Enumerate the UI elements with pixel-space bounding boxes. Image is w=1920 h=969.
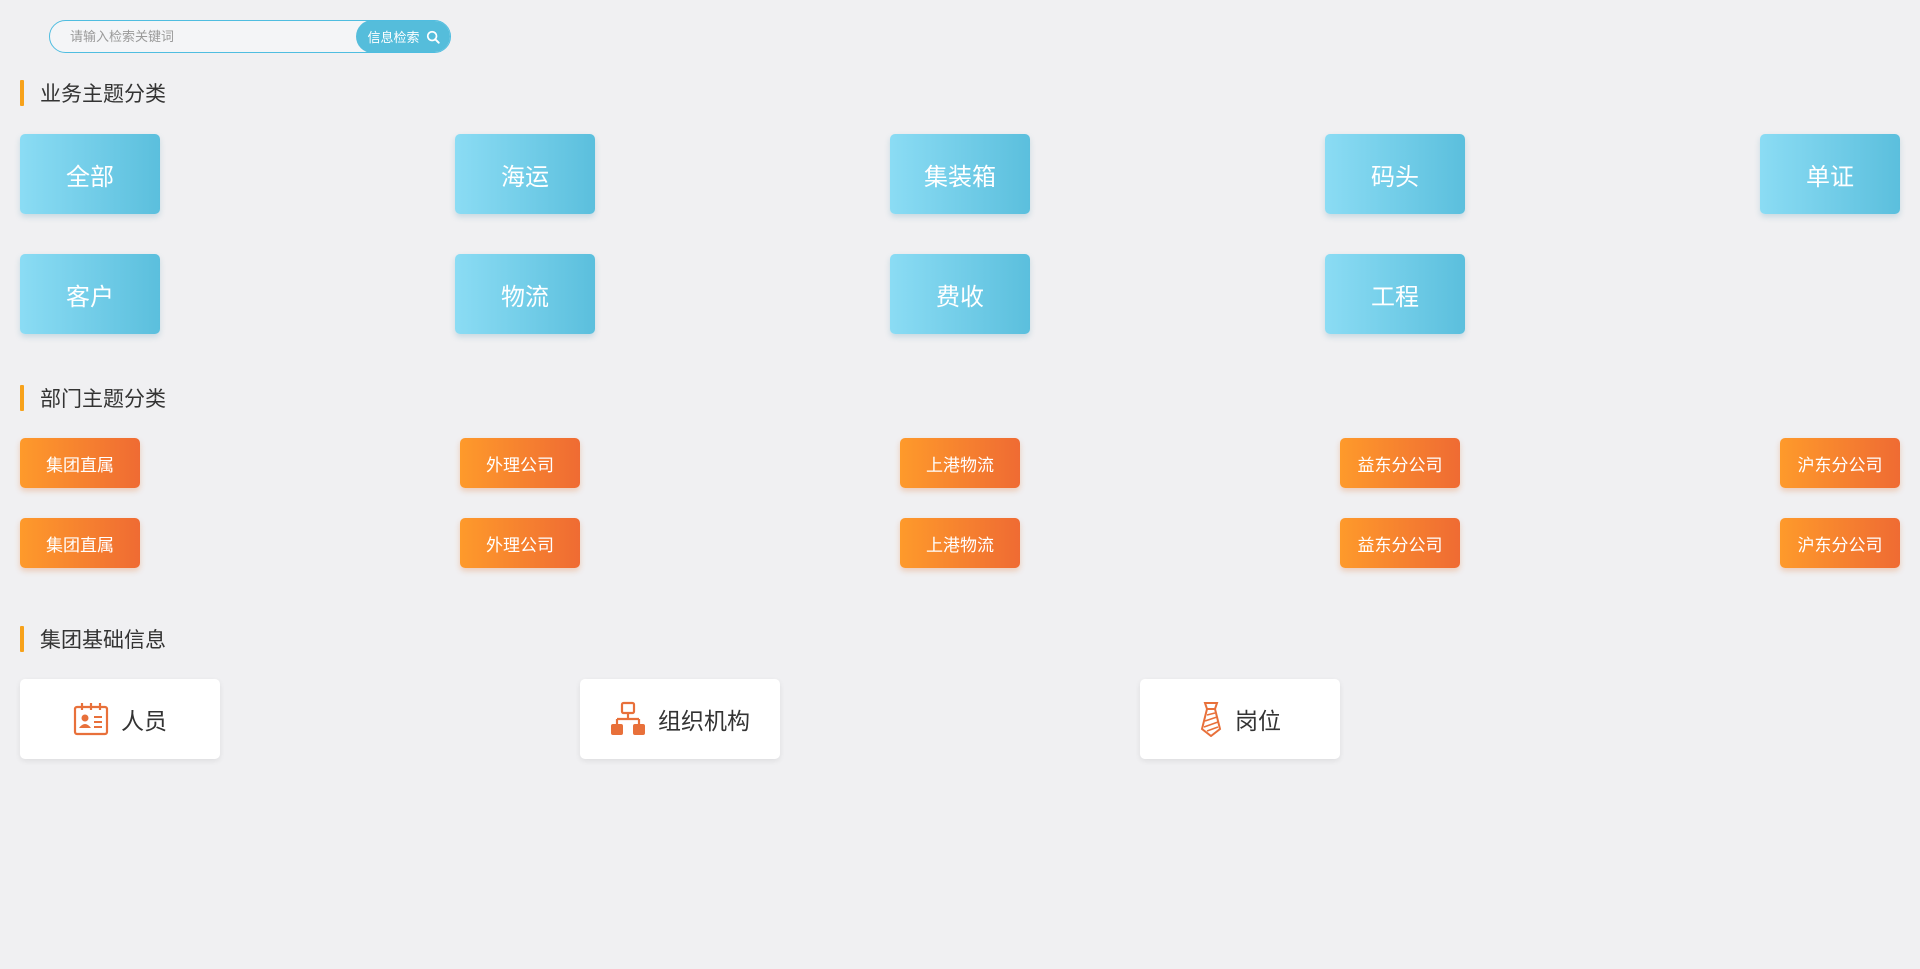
dept-button[interactable]: 上港物流: [900, 438, 1020, 488]
topic-button-engineering[interactable]: 工程: [1325, 254, 1465, 334]
topic-button-shipping[interactable]: 海运: [455, 134, 595, 214]
id-card-icon: [73, 702, 109, 736]
org-chart-icon: [610, 701, 646, 737]
topic-button-customer[interactable]: 客户: [20, 254, 160, 334]
dept-button[interactable]: 外理公司: [460, 518, 580, 568]
group-info-title: 集团基础信息: [40, 628, 166, 652]
info-card-personnel[interactable]: 人员: [20, 679, 220, 759]
topic-button-all[interactable]: 全部: [20, 134, 160, 214]
topic-button-terminal[interactable]: 码头: [1325, 134, 1465, 214]
info-card-label: 组织机构: [658, 709, 750, 735]
info-card-organization[interactable]: 组织机构: [580, 679, 780, 759]
search-bar: 信息检索: [49, 20, 451, 53]
search-button-label: 信息检索: [367, 31, 420, 46]
department-topics-title: 部门主题分类: [40, 387, 166, 411]
business-topics-title: 业务主题分类: [40, 82, 166, 106]
info-card-label: 岗位: [1235, 709, 1281, 735]
dept-button[interactable]: 上港物流: [900, 518, 1020, 568]
business-topics-heading: 业务主题分类: [20, 80, 166, 106]
topic-button-container[interactable]: 集装箱: [890, 134, 1030, 214]
dept-button[interactable]: 沪东分公司: [1780, 518, 1900, 568]
topic-button-documents[interactable]: 单证: [1760, 134, 1900, 214]
dept-button[interactable]: 益东分公司: [1340, 438, 1460, 488]
department-topics-heading: 部门主题分类: [20, 385, 166, 411]
search-button[interactable]: 信息检索: [356, 21, 450, 52]
accent-bar: [20, 80, 24, 106]
accent-bar: [20, 385, 24, 411]
tie-icon: [1199, 701, 1223, 737]
topic-button-logistics[interactable]: 物流: [455, 254, 595, 334]
group-info-heading: 集团基础信息: [20, 626, 166, 652]
search-input[interactable]: [50, 21, 372, 52]
dept-button[interactable]: 集团直属: [20, 518, 140, 568]
topic-button-fees[interactable]: 费收: [890, 254, 1030, 334]
dept-button[interactable]: 外理公司: [460, 438, 580, 488]
dept-button[interactable]: 集团直属: [20, 438, 140, 488]
accent-bar: [20, 626, 24, 652]
info-card-label: 人员: [121, 709, 167, 735]
info-card-position[interactable]: 岗位: [1140, 679, 1340, 759]
dept-button[interactable]: 沪东分公司: [1780, 438, 1900, 488]
dept-button[interactable]: 益东分公司: [1340, 518, 1460, 568]
search-icon: [426, 30, 440, 44]
